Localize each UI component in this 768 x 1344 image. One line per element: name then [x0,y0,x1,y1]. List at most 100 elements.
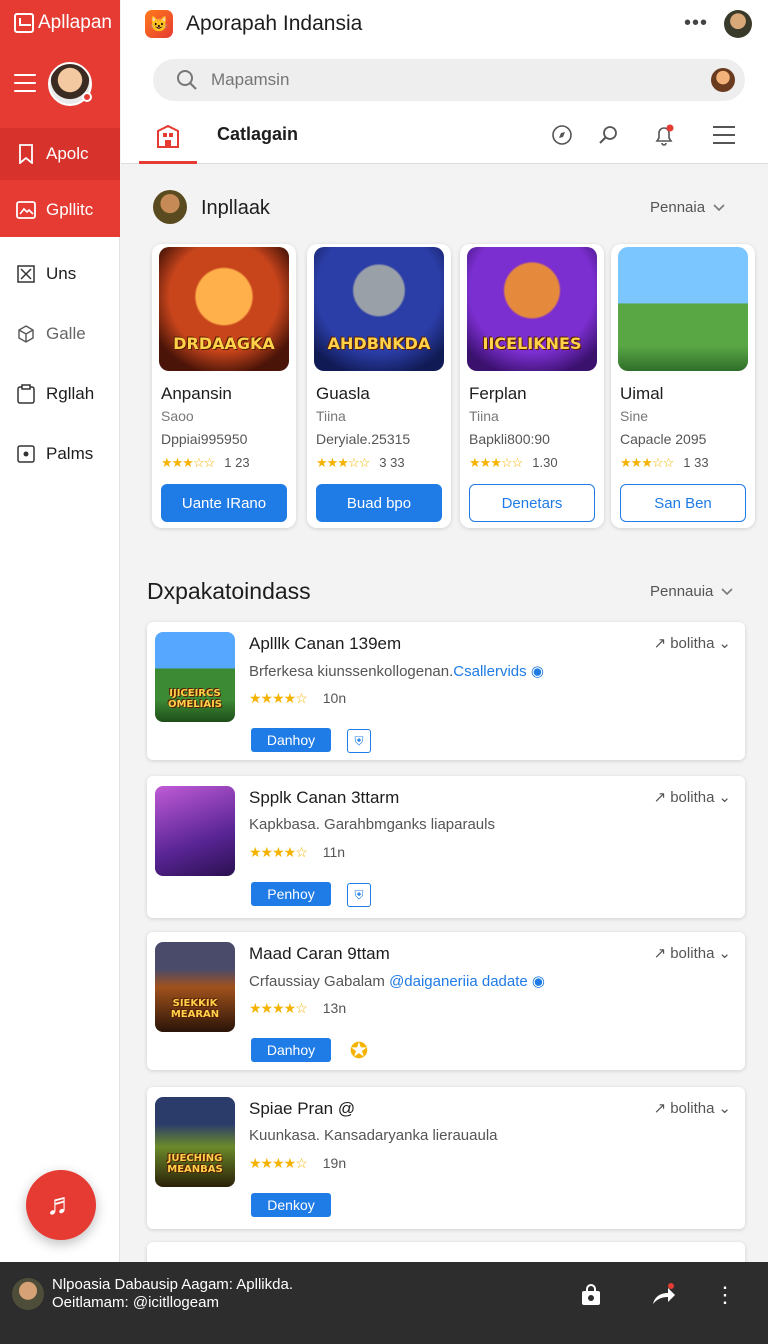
sort-dropdown-label: Pennauia [650,583,714,600]
card-name: Uimal [620,384,664,403]
card-action-button[interactable]: San Ben [620,484,746,522]
avatar[interactable] [48,62,92,106]
card-meta: Dppiai995950 [161,431,248,447]
game-thumbnail: JUECHING MEANBAS [155,1097,235,1187]
game-card[interactable]: Uimal Sine Capacle 2095 ★★★☆☆ 1 33 San Be… [611,244,755,528]
card-subtitle: Saoo [161,408,194,424]
app-root: Apllapan Apolc Gpllitc Uns Galle Rgllah … [0,0,768,1344]
top-bar: 😺 Aporapah Indansia ••• Catlagain [121,0,768,164]
sidebar-item-rgllah[interactable]: Rgllah [0,368,120,420]
game-card[interactable]: IICELIKNES Ferplan Tiina Bapkli800:90 ★★… [460,244,604,528]
share-dropdown[interactable]: ↗ bolitha ⌄ [653,1099,731,1118]
avatar[interactable] [724,10,752,38]
shopping-bag-icon[interactable] [576,1280,606,1310]
lock-badge-icon[interactable]: ⛨ [347,883,371,907]
sidebar-item-gpllitc[interactable]: Gpllitc [0,184,120,236]
sidebar-item-uns[interactable]: Uns [0,248,120,300]
item-action-button[interactable]: Denkoy [251,1193,331,1217]
card-action-button[interactable]: Denetars [469,484,595,522]
hamburger-menu-icon[interactable] [14,74,36,92]
sidebar-item-label: Gpllitc [46,200,94,219]
brand[interactable]: Apllapan [14,12,112,34]
menu-icon[interactable] [711,122,737,148]
more-options-icon[interactable]: ••• [684,12,708,35]
sidebar-item-palms[interactable]: Palms [0,428,120,480]
sidebar-item-galle[interactable]: Galle [0,308,120,360]
game-thumbnail: AHDBNKDA [314,247,444,371]
card-subtitle: Tiina [316,408,346,424]
avatar[interactable] [711,68,735,92]
share-icon: ↗ [653,789,667,806]
game-thumbnail: DRDAAGKA [159,247,289,371]
share-icon: ↗ [653,635,667,652]
item-rating: ★★★★☆ 19n [249,1155,347,1171]
item-rating: ★★★★☆ 11n [249,844,346,860]
shield-icon[interactable]: ⛨ [347,729,371,753]
tab-catalog[interactable]: Catlagain [217,124,298,145]
search-input[interactable] [211,70,651,90]
item-title: Spiae Pran @ [249,1099,356,1118]
star-rating-icon: ★★★☆☆ [161,455,215,470]
game-card[interactable]: DRDAAGKA Anpansin Saoo Dppiai995950 ★★★☆… [152,244,296,528]
chevron-down-icon [721,583,733,600]
chevron-down-icon: ⌄ [718,1100,731,1117]
card-meta: Capacle 2095 [620,431,707,447]
item-rating: ★★★★☆ 13n [249,1000,347,1016]
share-icon[interactable] [648,1280,678,1310]
search-bar [153,59,745,101]
card-rating: ★★★☆☆ 1 23 [161,455,250,470]
bell-icon[interactable] [651,122,677,148]
chevron-down-icon [713,199,725,216]
sidebar-item-apolc[interactable]: Apolc [0,128,120,180]
page-title: Aporapah Indansia [186,12,363,35]
verified-icon: ◉ [530,663,544,680]
card-name: Guasla [316,384,370,403]
card-name: Anpansin [161,384,232,403]
status-text: Nlpoasia Dabausip Aagam: Apllikda. Oeitl… [52,1276,293,1311]
coin-badge-icon[interactable]: ✪ [347,1038,371,1063]
sort-dropdown-label: Pennaia [650,199,706,216]
star-rating-icon: ★★★★☆ [249,690,308,706]
card-action-button[interactable]: Uante IRano [161,484,287,522]
chevron-down-icon: ⌄ [718,789,731,806]
brand-label: Apllapan [38,12,112,33]
music-fab-button[interactable]: ♬ [26,1170,96,1240]
item-link[interactable]: @daiganeriia dadate [389,973,528,990]
card-action-button[interactable]: Buad bpo [316,484,442,522]
card-subtitle: Sine [620,408,649,424]
search-icon[interactable] [595,122,621,148]
compass-icon[interactable] [549,122,575,148]
sort-dropdown[interactable]: Pennaia [650,199,725,216]
item-description: Kapkbasa. Garahbmganks liaparauls [249,816,495,833]
share-icon: ↗ [653,1100,667,1117]
item-link[interactable]: Csallervids [453,663,526,680]
star-rating-icon: ★★★☆☆ [469,455,523,470]
item-action-button[interactable]: Danhoy [251,728,331,752]
music-note-icon: ♬ [46,1188,76,1221]
tab-home[interactable] [139,116,197,164]
card-name: Ferplan [469,384,527,403]
chevron-down-icon: ⌄ [718,635,731,652]
item-action-button[interactable]: Danhoy [251,1038,331,1062]
share-dropdown[interactable]: ↗ bolitha ⌄ [653,788,731,807]
list-item[interactable]: IJICEIRCS OMELIAIS Aplllk Canan 139em Br… [147,622,745,760]
star-rating-icon: ★★★★☆ [249,844,308,860]
list-item[interactable]: Spplk Canan 3ttarm Kapkbasa. Garahbmgank… [147,776,745,918]
game-thumbnail [155,786,235,876]
share-dropdown[interactable]: ↗ bolitha ⌄ [653,634,731,653]
share-icon: ↗ [653,945,667,962]
main-content: 😺 Aporapah Indansia ••• Catlagain [121,0,768,1272]
game-card[interactable]: AHDBNKDA Guasla Tiina Deryiale.25315 ★★★… [307,244,451,528]
item-description: Kuunkasa. Kansadaryanka lierauaula [249,1127,498,1144]
sort-dropdown[interactable]: Pennauia [650,583,733,600]
item-description: Brferkesa kiunssenkollogenan.Csallervids… [249,663,544,680]
share-dropdown[interactable]: ↗ bolitha ⌄ [653,944,731,963]
list-item[interactable]: SIEKKIK MEARAN Maad Caran 9ttam Crfaussi… [147,932,745,1070]
section-title: Inpllaak [201,197,270,219]
logo-icon [14,13,34,33]
more-vertical-icon[interactable]: ⋮ [710,1280,740,1310]
cube-icon [16,324,36,344]
list-item[interactable]: JUECHING MEANBAS Spiae Pran @ Kuunkasa. … [147,1087,745,1229]
avatar[interactable] [12,1278,44,1310]
item-action-button[interactable]: Penhoy [251,882,331,906]
